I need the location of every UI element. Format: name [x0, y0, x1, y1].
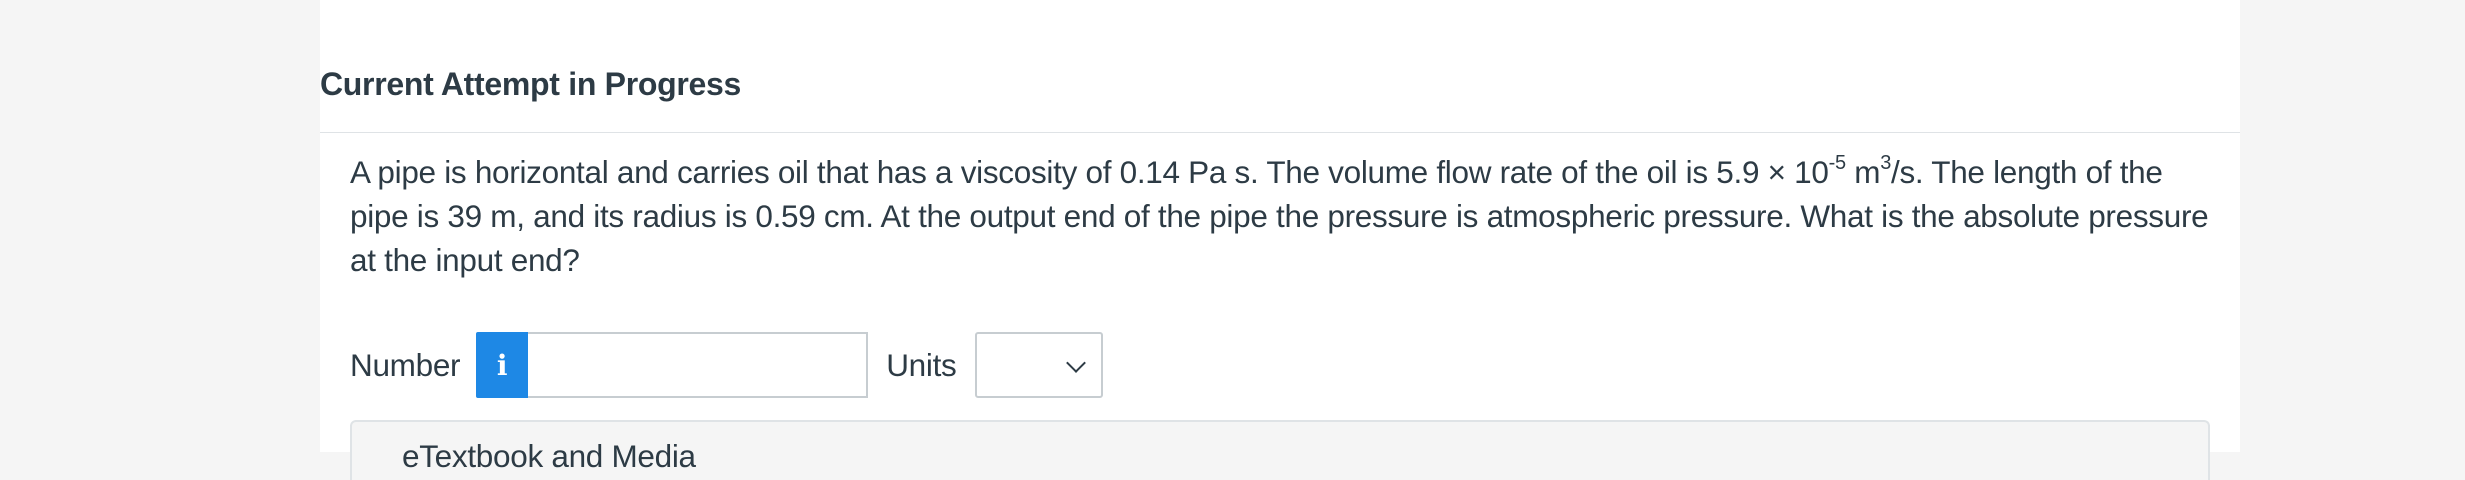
- question-text-part2: m: [1845, 154, 1881, 190]
- question-page: Current Attempt in Progress A pipe is ho…: [320, 0, 2240, 480]
- media-panel-title: eTextbook and Media: [402, 438, 696, 474]
- number-label: Number: [350, 346, 461, 383]
- etextbook-media-panel[interactable]: eTextbook and Media: [350, 420, 2210, 480]
- answer-row: Number i Units: [350, 332, 1103, 398]
- info-icon[interactable]: i: [476, 332, 529, 398]
- exponent-2: 3: [1880, 152, 1892, 174]
- divider: [320, 132, 2240, 133]
- units-select[interactable]: [974, 332, 1103, 398]
- page-title: Current Attempt in Progress: [320, 66, 741, 102]
- chevron-down-icon: [1065, 353, 1086, 373]
- number-input[interactable]: [528, 332, 869, 398]
- exponent-1: -5: [1828, 152, 1846, 174]
- question-text-part1: A pipe is horizontal and carries oil tha…: [350, 154, 1829, 190]
- question-text: A pipe is horizontal and carries oil tha…: [350, 150, 2210, 282]
- units-label: Units: [886, 346, 957, 383]
